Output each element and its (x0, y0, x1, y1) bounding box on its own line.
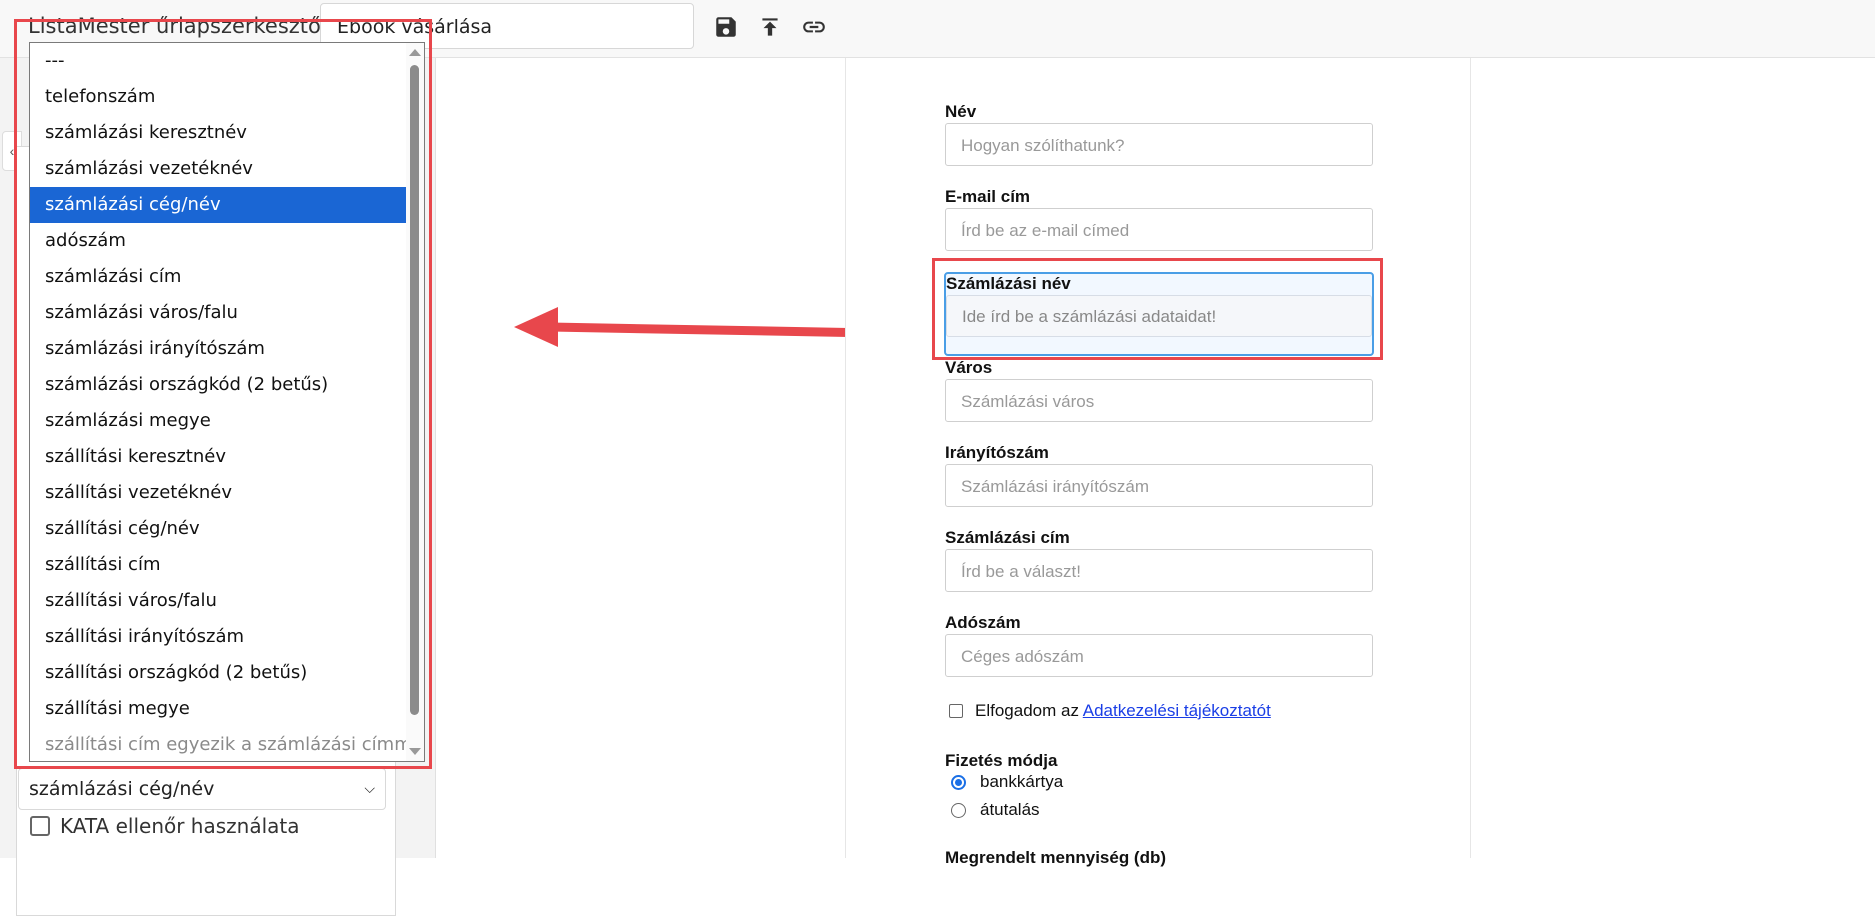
chevron-down-icon: ⌵ (364, 781, 375, 797)
address-label: Számlázási cím (945, 528, 1070, 547)
payment-option-transfer[interactable]: átutalás (951, 800, 1040, 820)
dropdown-option[interactable]: szállítási város/falu (30, 583, 406, 619)
scrollbar-thumb[interactable] (410, 65, 419, 715)
dropdown-option[interactable]: számlázási országkód (2 betűs) (30, 367, 406, 403)
annotation-arrow-icon (514, 307, 880, 347)
consent-row: Elfogadom az Adatkezelési tájékoztatót (949, 701, 1271, 721)
city-label: Város (945, 358, 993, 377)
payment-option-card[interactable]: bankkártya (951, 772, 1063, 792)
tax-input[interactable]: Céges adószám (945, 634, 1373, 677)
tax-label: Adószám (945, 613, 1021, 632)
quantity-label: Megrendelt mennyiség (db) (945, 848, 1167, 867)
dropdown-option[interactable]: --- (30, 43, 406, 79)
field-type-select[interactable]: számlázási cég/név ⌵ (18, 768, 386, 810)
dropdown-option[interactable]: szállítási országkód (2 betűs) (30, 655, 406, 691)
dropdown-option[interactable]: adószám (30, 223, 406, 259)
dropdown-option[interactable]: szállítási cég/név (30, 511, 406, 547)
consent-checkbox[interactable] (949, 704, 963, 718)
dropdown-option[interactable]: szállítási keresztnév (30, 439, 406, 475)
email-label: E-mail cím (945, 187, 1031, 206)
dropdown-option[interactable]: szállítási megye (30, 691, 406, 727)
dropdown-scrollbar[interactable] (406, 43, 424, 761)
name-label: Név (945, 102, 977, 121)
dropdown-option[interactable]: telefonszám (30, 79, 406, 115)
dropdown-option-selected[interactable]: számlázási cég/név (30, 187, 406, 223)
kata-checkbox[interactable] (30, 816, 50, 836)
kata-checkbox-row[interactable]: KATA ellenőr használata (30, 814, 300, 838)
consent-text: Elfogadom az (975, 701, 1079, 720)
dropdown-option[interactable]: számlázási irányítószám (30, 331, 406, 367)
privacy-policy-link[interactable]: Adatkezelési tájékoztatót (1083, 701, 1271, 720)
app-title: ListaMester űrlapszerkesztő: (28, 14, 328, 38)
field-type-select-value: számlázási cég/név (29, 778, 215, 800)
city-input[interactable]: Számlázási város (945, 379, 1373, 422)
name-input[interactable]: Hogyan szólíthatunk? (945, 123, 1373, 166)
link-icon[interactable] (800, 13, 828, 41)
payment-option-label: bankkártya (980, 772, 1064, 791)
payment-option-label: átutalás (980, 800, 1040, 819)
dropdown-option[interactable]: számlázási vezetéknév (30, 151, 406, 187)
email-input[interactable]: Írd be az e-mail címed (945, 208, 1373, 251)
field-highlight-frame (932, 258, 1383, 360)
radio-card[interactable] (951, 774, 966, 790)
zip-input[interactable]: Számlázási irányítószám (945, 464, 1373, 507)
field-type-dropdown-list[interactable]: --- telefonszám számlázási keresztnév sz… (29, 42, 425, 762)
dropdown-option[interactable]: számlázási keresztnév (30, 115, 406, 151)
payment-label: Fizetés módja (945, 751, 1058, 770)
address-input[interactable]: Írd be a választ! (945, 549, 1373, 592)
scroll-down-icon[interactable] (409, 748, 421, 755)
zip-label: Irányítószám (945, 443, 1049, 462)
save-icon[interactable] (712, 13, 740, 41)
upload-icon[interactable] (756, 13, 784, 41)
dropdown-option[interactable]: szállítási vezetéknév (30, 475, 406, 511)
dropdown-option[interactable]: szállítási irányítószám (30, 619, 406, 655)
dropdown-option[interactable]: számlázási megye (30, 403, 406, 439)
dropdown-option[interactable]: szállítási cím (30, 547, 406, 583)
scroll-up-icon[interactable] (409, 49, 421, 56)
dropdown-option[interactable]: szállítási cím egyezik a számlázási címm… (30, 727, 424, 761)
radio-transfer[interactable] (951, 802, 966, 818)
dropdown-option[interactable]: számlázási cím (30, 259, 406, 295)
form-preview-panel: 10+1 tipp a szép kertért (845, 58, 1471, 858)
dropdown-option[interactable]: számlázási város/falu (30, 295, 406, 331)
kata-checkbox-label: KATA ellenőr használata (60, 814, 300, 838)
